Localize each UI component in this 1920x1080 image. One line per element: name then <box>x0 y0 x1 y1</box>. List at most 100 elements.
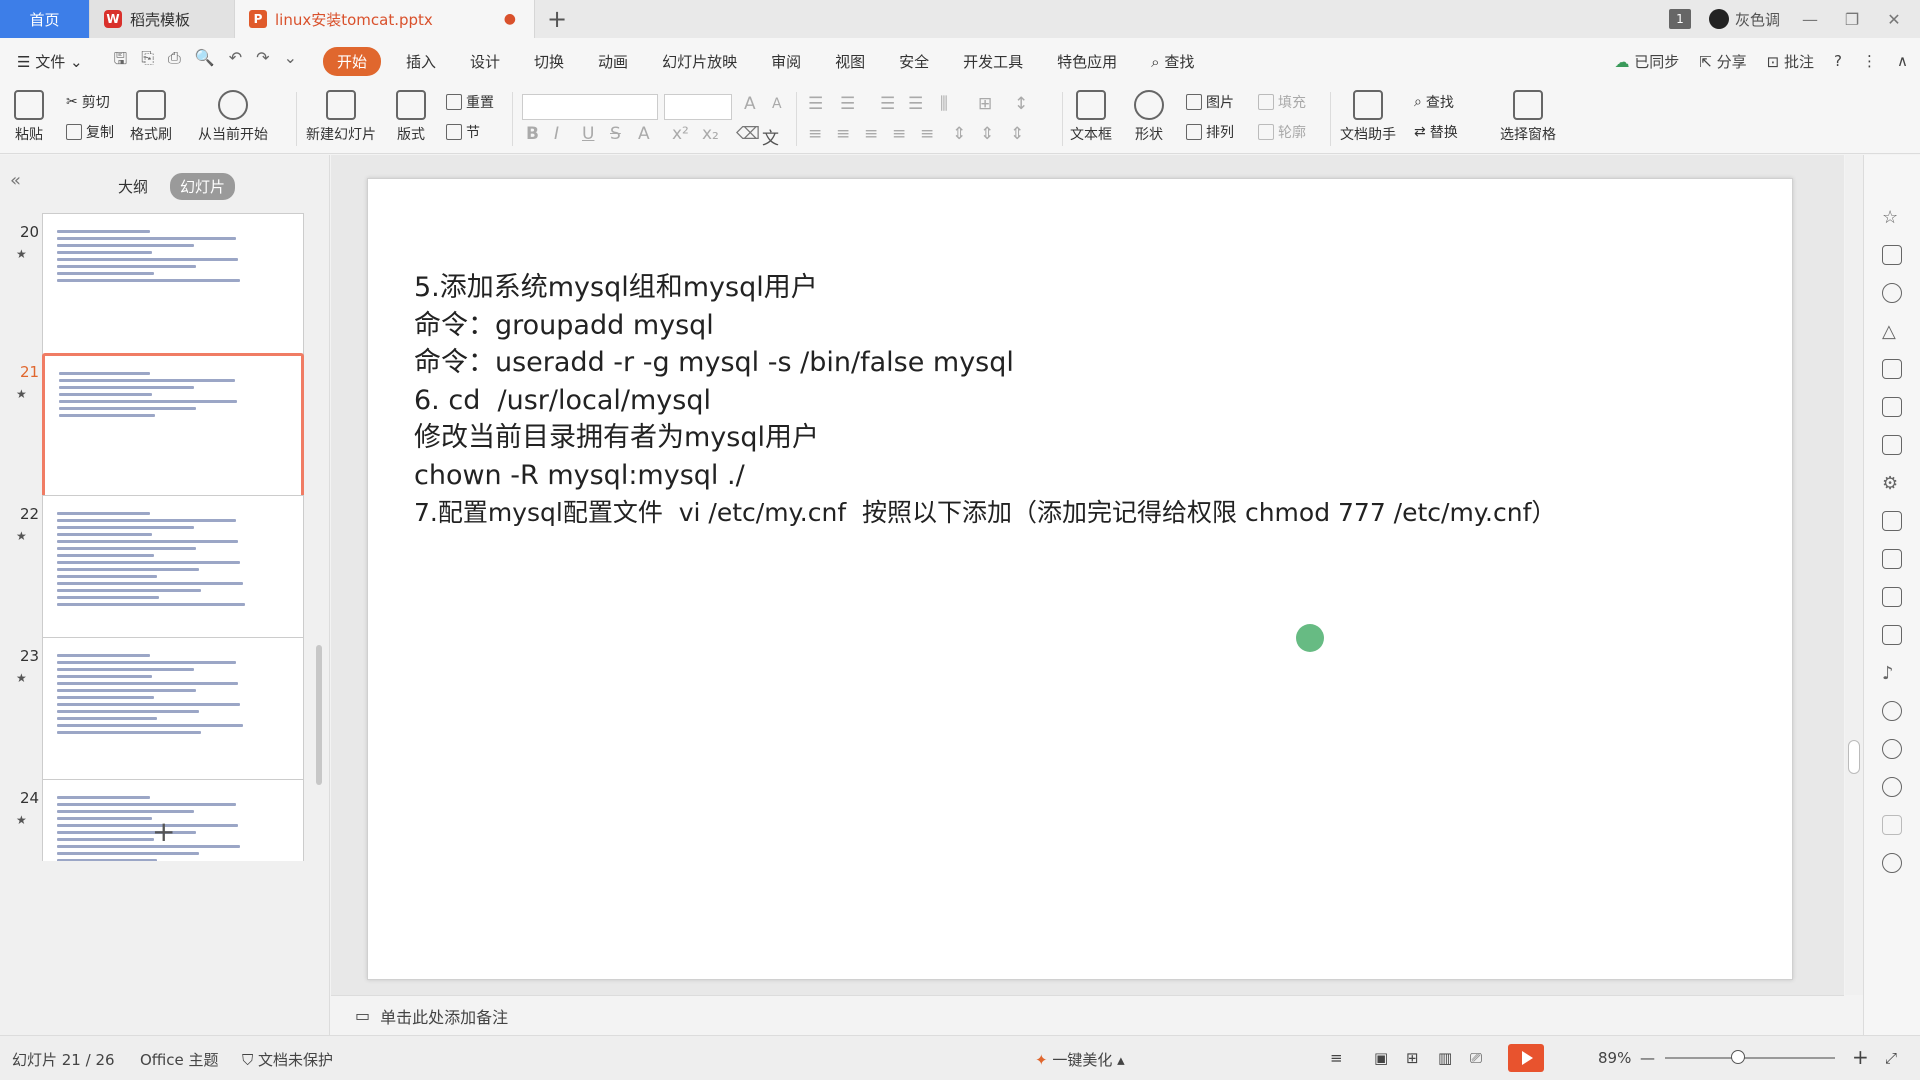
bold-button[interactable]: B <box>526 124 539 144</box>
justify-icon[interactable]: ≡ <box>892 124 906 144</box>
sorter-view-icon[interactable]: ⊞ <box>1406 1049 1419 1067</box>
fill-button[interactable]: 填充 <box>1258 92 1306 112</box>
table-icon[interactable] <box>1882 359 1902 379</box>
slide-canvas[interactable]: 5.添加系统mysql组和mysql用户 命令：groupadd mysql 命… <box>367 178 1793 980</box>
text-align-icon[interactable]: ⇕ <box>1010 124 1024 144</box>
fit-window-icon[interactable]: ⤢ <box>1885 1049 1897 1067</box>
print-icon[interactable]: ⎙ <box>168 48 181 75</box>
picture-panel-icon[interactable] <box>1882 625 1902 645</box>
find-button[interactable]: ⌕ 查找 <box>1414 92 1454 112</box>
tab-template[interactable]: W 稻壳模板 <box>90 0 235 38</box>
download-icon[interactable] <box>1882 701 1902 721</box>
menu-search[interactable]: ⌕ 查找 <box>1134 51 1211 72</box>
bullets-icon[interactable]: ☰ <box>808 94 823 114</box>
textbox-button[interactable]: 文本框 <box>1070 90 1112 144</box>
menu-features[interactable]: 特色应用 <box>1040 51 1134 72</box>
text-direction-icon[interactable]: ⊞ <box>978 94 992 114</box>
tab-home[interactable]: 首页 <box>0 0 90 38</box>
menu-insert[interactable]: 插入 <box>389 51 453 72</box>
image-panel-icon[interactable] <box>1882 511 1902 531</box>
collapse-ribbon-icon[interactable]: ∧ <box>1897 52 1908 70</box>
add-slide-button[interactable]: + <box>152 815 175 848</box>
paragraph-spacing-icon[interactable]: ⇕ <box>952 124 966 144</box>
slide-text-box[interactable]: 5.添加系统mysql组和mysql用户 命令：groupadd mysql 命… <box>414 269 1556 532</box>
sync-button[interactable]: ☁ 已同步 <box>1615 51 1680 72</box>
slide-thumbnail-20[interactable] <box>42 213 304 361</box>
chart-icon[interactable] <box>1882 435 1902 455</box>
reset-button[interactable]: 重置 <box>446 92 494 112</box>
slide-thumbnail-22[interactable] <box>42 495 304 643</box>
clear-format-icon[interactable]: ⌫ <box>736 124 760 144</box>
slideshow-play-button[interactable] <box>1508 1044 1544 1072</box>
protect-status[interactable]: ⛉ 文档未保护 <box>242 1049 333 1070</box>
menu-design[interactable]: 设计 <box>453 51 517 72</box>
help-icon[interactable]: ? <box>1834 52 1842 70</box>
share-button[interactable]: ⇱ 分享 <box>1699 51 1746 72</box>
save-icon[interactable]: 🖫 <box>114 48 128 75</box>
format-painter-button[interactable]: 格式刷 <box>130 90 172 144</box>
menu-animation[interactable]: 动画 <box>581 51 645 72</box>
slide-thumbnail-23[interactable] <box>42 637 304 785</box>
style-icon[interactable]: △ <box>1882 321 1902 342</box>
align-left-icon[interactable]: ≡ <box>808 124 822 144</box>
menu-view[interactable]: 视图 <box>818 51 882 72</box>
line-spacing-icon[interactable]: ↕ <box>1014 94 1028 114</box>
zoom-level[interactable]: 89% <box>1598 1049 1631 1067</box>
superscript-icon[interactable]: x² <box>672 124 689 144</box>
tab-slides[interactable]: 幻灯片 <box>170 173 236 200</box>
copy-slide-icon[interactable] <box>1882 245 1902 265</box>
shape-panel-icon[interactable] <box>1882 283 1902 303</box>
output-icon[interactable]: ⎘ <box>141 48 154 75</box>
comment-button[interactable]: ⊡ 批注 <box>1767 51 1814 72</box>
reading-view-icon[interactable]: ▥ <box>1438 1049 1452 1067</box>
undo-icon[interactable]: ↶ <box>229 48 242 75</box>
font-color-button[interactable]: A <box>638 124 650 144</box>
align-right-icon[interactable]: ≡ <box>864 124 878 144</box>
shrink-font-button[interactable]: A <box>772 96 782 112</box>
help-panel-icon[interactable] <box>1882 777 1902 797</box>
align-center-icon[interactable]: ≡ <box>836 124 850 144</box>
outline-button[interactable]: 轮廓 <box>1258 122 1306 142</box>
menu-security[interactable]: 安全 <box>882 51 946 72</box>
menu-slideshow[interactable]: 幻灯片放映 <box>645 51 754 72</box>
zoom-out-button[interactable]: — <box>1640 1049 1655 1067</box>
more-icon[interactable]: ⋮ <box>1862 52 1877 70</box>
normal-view-icon[interactable]: ▣ <box>1374 1049 1388 1067</box>
canvas-scrollbar-thumb[interactable] <box>1848 740 1860 774</box>
shape-button[interactable]: 形状 <box>1134 90 1164 144</box>
close-button[interactable]: ✕ <box>1882 10 1906 29</box>
redo-icon[interactable]: ↷ <box>256 48 269 75</box>
new-slide-button[interactable]: 新建幻灯片 <box>306 90 376 144</box>
slide-thumbnail-21[interactable] <box>42 353 304 501</box>
zoom-slider-handle[interactable] <box>1731 1050 1745 1064</box>
select-pane-button[interactable]: 选择窗格 <box>1500 90 1556 144</box>
grow-font-button[interactable]: A <box>744 94 756 114</box>
layout-button[interactable]: 版式 <box>396 90 426 144</box>
section-button[interactable]: 节 <box>446 122 480 142</box>
play-from-current-button[interactable]: 从当前开始 <box>198 90 268 144</box>
notes-toggle-icon[interactable]: ≡ <box>1330 1049 1343 1067</box>
text-effect-icon[interactable]: 文 <box>762 124 779 149</box>
history-icon[interactable] <box>1882 739 1902 759</box>
menu-developer[interactable]: 开发工具 <box>946 51 1040 72</box>
increase-indent-icon[interactable]: ☰ <box>908 94 923 114</box>
cube-icon[interactable] <box>1882 815 1902 835</box>
cut-button[interactable]: ✂ 剪切 <box>66 92 110 112</box>
menu-review[interactable]: 审阅 <box>754 51 818 72</box>
tab-document[interactable]: P linux安装tomcat.pptx ● <box>235 0 535 38</box>
archive-icon[interactable] <box>1882 587 1902 607</box>
print-preview-icon[interactable]: 🔍 <box>195 48 215 75</box>
beautify-button[interactable]: ✦ 一键美化 ▴ <box>1035 1049 1125 1070</box>
italic-button[interactable]: I <box>554 124 559 144</box>
underline-button[interactable]: U <box>582 124 594 144</box>
font-name-select[interactable] <box>522 94 658 120</box>
zoom-slider[interactable] <box>1665 1057 1835 1059</box>
doc-assistant-button[interactable]: 文档助手 <box>1340 90 1396 144</box>
restore-button[interactable]: ❐ <box>1840 10 1864 29</box>
decrease-indent-icon[interactable]: ☰ <box>880 94 895 114</box>
vertical-align-icon[interactable]: ⇕ <box>980 124 994 144</box>
distribute-icon[interactable]: ≡ <box>920 124 934 144</box>
window-count-badge[interactable]: 1 <box>1668 9 1691 29</box>
star-icon[interactable]: ☆ <box>1882 207 1902 228</box>
arrange-button[interactable]: 排列 <box>1186 122 1234 142</box>
